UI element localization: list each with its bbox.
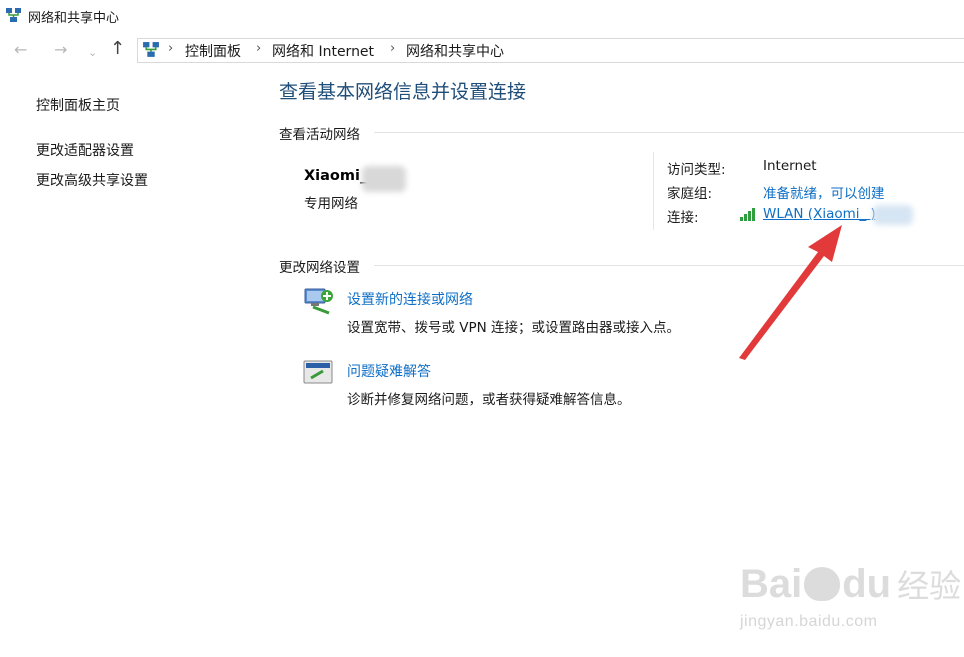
connection-label: 连接: (667, 210, 699, 226)
vertical-divider (653, 152, 654, 230)
active-networks-heading: 查看活动网络 (279, 127, 360, 143)
redacted-blur (873, 205, 913, 225)
breadcrumb-network-sharing-center[interactable]: 网络和共享中心 (406, 41, 504, 61)
wifi-signal-icon (740, 208, 755, 221)
troubleshoot-link[interactable]: 问题疑难解答 (347, 361, 431, 381)
network-name: Xiaomi_ (304, 168, 368, 184)
back-icon[interactable]: ← (14, 40, 27, 60)
breadcrumb-separator: › (256, 41, 262, 56)
breadcrumb-separator: › (390, 41, 396, 56)
network-type: 专用网络 (304, 196, 358, 212)
access-type-value: Internet (763, 158, 817, 174)
baidu-watermark-logo: Bai du 经验 (740, 561, 961, 607)
new-connection-icon (304, 288, 333, 315)
watermark-url: jingyan.baidu.com (740, 613, 878, 630)
watermark-suffix: 经验 (897, 567, 962, 605)
breadcrumb-network-internet[interactable]: 网络和 Internet (272, 41, 374, 61)
wlan-connection-link[interactable]: WLAN (Xiaomi_ ) (763, 206, 876, 222)
paw-icon (804, 567, 841, 601)
setup-new-connection-desc: 设置宽带、拨号或 VPN 连接；或设置路由器或接入点。 (347, 320, 681, 336)
troubleshoot-icon (303, 360, 333, 384)
troubleshoot-desc: 诊断并修复网络问题，或者获得疑难解答信息。 (347, 392, 631, 408)
section-divider (374, 132, 964, 133)
network-sharing-center-icon (6, 8, 21, 22)
breadcrumb-separator: › (168, 41, 174, 56)
window-title: 网络和共享中心 (28, 11, 120, 26)
sidebar-item-change-adapter-settings[interactable]: 更改适配器设置 (36, 140, 134, 160)
access-type-label: 访问类型: (667, 162, 726, 178)
page-title: 查看基本网络信息并设置连接 (279, 81, 527, 103)
setup-new-connection-link[interactable]: 设置新的连接或网络 (347, 289, 473, 309)
change-settings-heading: 更改网络设置 (279, 260, 360, 276)
homegroup-label: 家庭组: (667, 186, 713, 202)
up-arrow-icon[interactable]: ↑ (110, 39, 125, 59)
breadcrumb-control-panel[interactable]: 控制面板 (185, 41, 241, 61)
control-panel-icon (143, 42, 159, 57)
redacted-blur (362, 166, 406, 192)
chevron-down-icon[interactable]: ⌄ (88, 43, 97, 63)
homegroup-link[interactable]: 准备就绪，可以创建 (763, 182, 885, 202)
sidebar-item-advanced-sharing-settings[interactable]: 更改高级共享设置 (36, 170, 148, 190)
forward-icon[interactable]: → (54, 40, 67, 60)
watermark-brand-2: du (842, 562, 892, 606)
section-divider (374, 265, 964, 266)
sidebar-item-control-panel-home[interactable]: 控制面板主页 (36, 95, 120, 115)
watermark-brand: Bai (740, 562, 803, 606)
title-bar (0, 0, 964, 32)
